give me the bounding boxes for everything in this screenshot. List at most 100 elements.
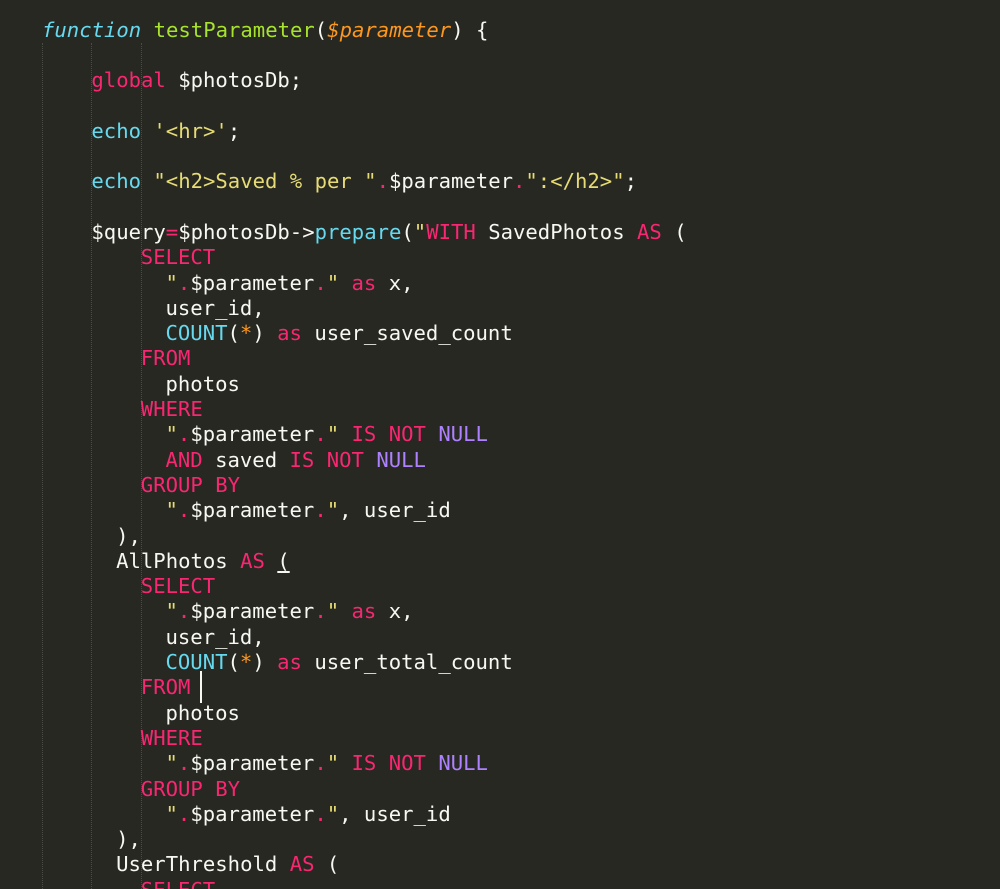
code-line[interactable]: function testParameter($parameter) { [42,18,488,43]
code-line[interactable]: FROM [141,346,191,371]
code-token: ) [252,321,278,346]
code-token: ) { [451,17,489,42]
code-token: FROM [140,346,191,371]
code-line[interactable]: global $photosDb; [91,68,302,93]
code-token: . [177,751,191,776]
code-line[interactable]: AND saved IS NOT NULL [166,448,426,473]
code-line[interactable]: UserThreshold AS ( [116,852,339,877]
code-line[interactable]: ), [116,827,141,852]
code-line[interactable]: ".$parameter.", user_id [166,498,451,523]
code-token: function [42,17,142,42]
code-token: $photosDb; [165,68,303,93]
code-token: IS NOT [351,751,426,776]
code-token: NULL [438,422,488,447]
code-line[interactable]: SELECT [141,574,215,599]
code-token: user_total_count [301,650,513,674]
code-token: $parameter [190,270,315,295]
code-token: $parameter [190,422,315,447]
code-token: $photosDb-> [178,219,315,244]
code-token: * [239,321,253,346]
code-line[interactable]: GROUP BY [141,473,240,498]
code-token: global [91,68,166,93]
code-line[interactable]: ), [116,524,141,549]
code-token: ( [401,219,414,244]
code-token: "<h2>Saved % per " [153,169,377,194]
code-token: photos [165,371,240,396]
code-token: ; [624,169,638,194]
code-line[interactable]: SELECT [141,878,215,889]
code-token: $parameter [190,801,315,826]
code-line[interactable]: COUNT(*) as user_total_count [166,650,513,675]
code-token: . [376,169,389,194]
code-line[interactable]: ".$parameter.", user_id [166,802,451,827]
code-token: as [277,321,302,346]
code-line[interactable]: photos [166,372,240,397]
code-line[interactable]: user_id, [166,625,265,650]
code-line[interactable]: ".$parameter." IS NOT NULL [166,751,488,776]
code-line[interactable]: GROUP BY [141,777,240,802]
code-token: WHERE [140,725,203,750]
code-token: NULL [376,447,426,472]
code-token: SELECT [140,245,216,270]
code-token: . [314,599,327,624]
code-token: UserThreshold [116,852,290,877]
code-token: ":</h2>" [525,169,625,194]
code-token: = [165,219,179,244]
code-line[interactable]: FROM [141,675,203,700]
code-line[interactable]: WHERE [141,726,203,751]
code-line[interactable]: photos [166,701,240,726]
code-token: COUNT [165,321,228,346]
code-line[interactable]: ".$parameter." as x, [166,599,414,624]
code-line[interactable]: ".$parameter." as x, [166,271,414,296]
code-token: " [326,801,340,826]
code-token: . [314,270,327,295]
code-token: echo [91,118,141,143]
code-token: " [326,751,340,776]
code-token: * [239,650,253,674]
code-token: AS [637,219,662,244]
code-token: echo [91,169,141,194]
code-token: ( [314,852,340,877]
code-token: $parameter [327,17,452,42]
code-token: " [165,422,178,447]
code-line[interactable]: ".$parameter." IS NOT NULL [166,422,488,447]
code-token: COUNT [165,650,228,674]
code-token: ( [661,219,687,244]
code-line[interactable]: echo '<hr>'; [91,119,240,144]
code-token: $parameter [190,751,315,776]
code-token: AND [165,447,203,472]
code-token: . [314,751,327,776]
code-token: SELECT [140,574,216,599]
code-line[interactable]: WHERE [141,397,203,422]
code-token: " [326,599,340,624]
code-token: '<hr>' [153,118,228,143]
code-line[interactable]: COUNT(*) as user_saved_count [166,321,513,346]
code-line[interactable]: AllPhotos AS ( [116,549,290,574]
code-token: FROM [140,675,191,700]
code-token: . [314,498,327,523]
code-token: ( [277,548,290,573]
code-line[interactable]: echo "<h2>Saved % per ".$parameter.":</h… [91,169,637,194]
code-editor[interactable]: function testParameter($parameter) {glob… [0,0,1000,889]
indent-guide [42,42,43,889]
code-token: GROUP BY [140,472,240,497]
code-token: . [177,422,191,447]
code-token: , user_id [339,498,451,523]
code-token: . [314,422,327,447]
code-token: ( [227,650,240,674]
code-token: photos [165,700,240,725]
code-line[interactable]: SELECT [141,245,215,270]
code-line[interactable]: $query=$photosDb->prepare("WITH SavedPho… [91,220,686,245]
code-token: ( [227,321,240,346]
code-token: testParameter [153,17,315,42]
code-line[interactable]: user_id, [166,296,265,321]
code-token: ), [116,827,141,852]
code-token: AS [289,852,315,877]
